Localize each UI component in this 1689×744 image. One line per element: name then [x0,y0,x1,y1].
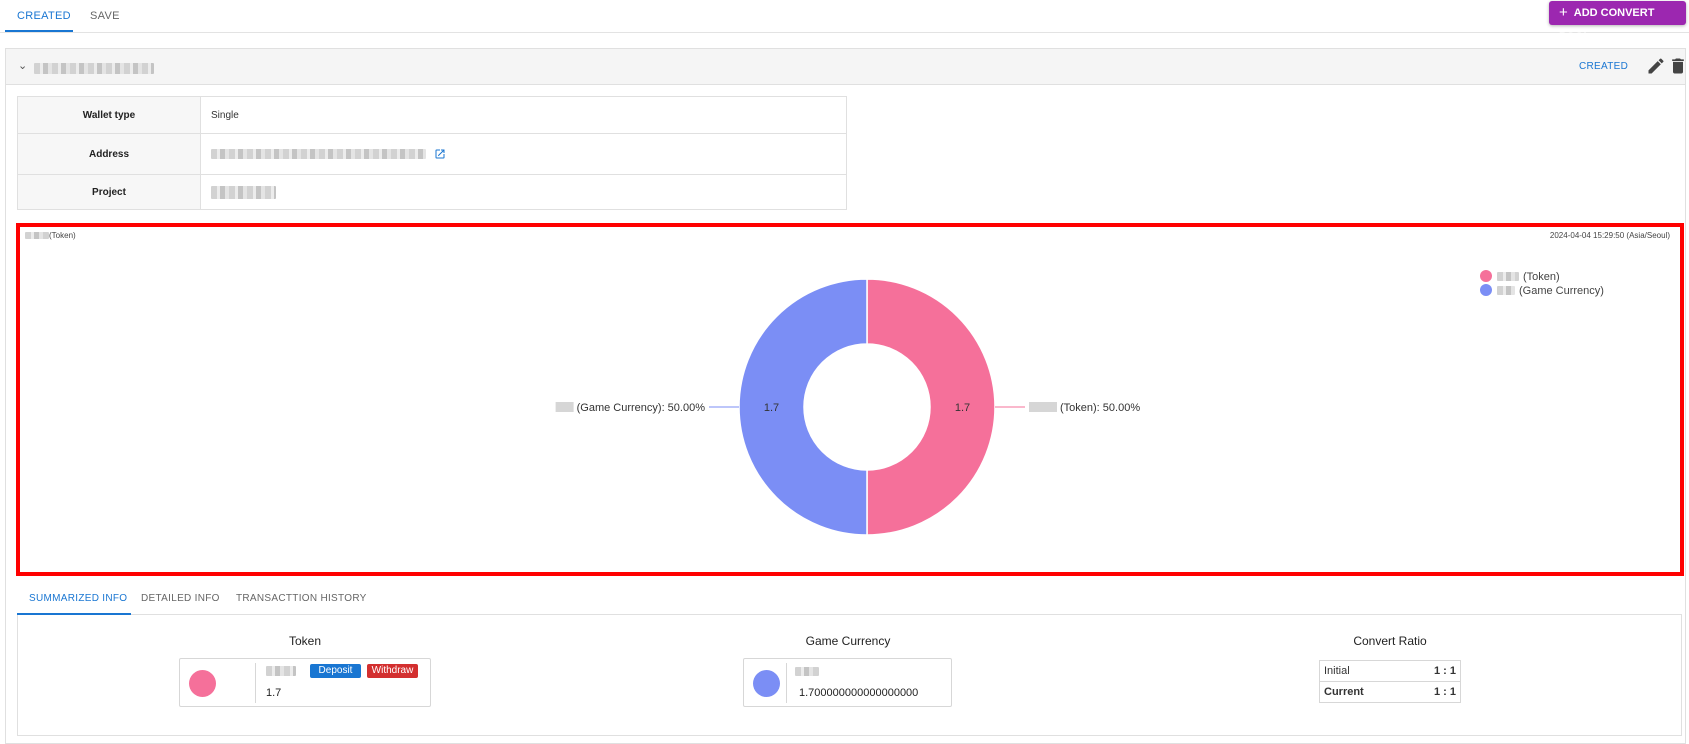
active-tab-indicator [5,30,73,32]
legend-item-game-currency[interactable]: (Game Currency) [1480,284,1604,298]
legend-name-redacted [1497,272,1519,281]
ratio-row-initial: Initial 1 : 1 [1319,660,1461,682]
game-currency-title: Game Currency [805,634,891,648]
donut-slice-token[interactable] [866,278,996,536]
divider [786,663,787,703]
donut-chart: 1.7 (Token): 50.00% 1.7 (Game Currency): 50… [555,278,1140,536]
ratio-label: Initial [1319,660,1406,682]
pool-chart-panel: (Token) 2024-04-04 15:29:50 (Asia/Seoul)… [16,223,1684,576]
address-redacted [211,149,426,159]
add-convert-pool-label: ADD CONVERT POOL [1559,7,1655,43]
slice-value-label: 1.7 [955,402,970,414]
token-color-icon [189,670,216,697]
tab-transaction-history[interactable]: TRANSACTTION HISTORY [236,593,367,604]
slice-outer-label: (Token): 50.00% [1060,402,1140,414]
tab-summarized-info[interactable]: SUMMARIZED INFO [29,593,127,604]
donut-labels: 1.7 (Token): 50.00% 1.7 (Game Currency): 50… [555,402,1140,414]
legend-swatch [1480,284,1492,296]
info-label: Project [17,174,201,210]
info-row-wallet-type: Wallet type Single [17,96,847,134]
edit-icon[interactable] [1646,56,1666,76]
info-value: Single [200,96,847,134]
delete-icon[interactable] [1668,56,1688,76]
chevron-down-icon[interactable]: ⌄ [18,59,27,72]
info-value-project [200,174,847,210]
legend-label: (Game Currency) [1519,285,1604,297]
withdraw-button[interactable]: Withdraw [367,664,418,678]
plus-icon: + [1559,4,1568,21]
game-currency-amount: 1.700000000000000000 [799,687,919,699]
deposit-button[interactable]: Deposit [310,664,361,678]
divider [255,663,256,703]
token-title: Token [288,634,322,648]
donut-slice-game-currency[interactable] [738,278,868,536]
slice-value-label: 1.7 [764,402,779,414]
project-redacted [211,185,276,199]
info-label: Wallet type [17,96,201,134]
ratio-value: 1 : 1 [1405,660,1461,682]
legend-name-redacted [1497,286,1515,295]
legend-item-token[interactable]: (Token) [1480,270,1604,284]
game-currency-name-redacted [795,667,819,676]
tab-detailed-info[interactable]: DETAILED INFO [141,593,220,604]
pool-name-redacted [34,63,154,74]
tab-created[interactable]: CREATED [17,10,71,22]
top-tab-bar: CREATED SAVE + ADD CONVERT POOL [0,0,1689,43]
info-row-address: Address [17,133,847,175]
detail-tab-bar: SUMMARIZED INFO DETAILED INFO TRANSACTTI… [17,583,1682,615]
ratio-row-current: Current 1 : 1 [1319,681,1461,703]
slice-outer-label: (Game Currency): 50.00% [577,402,706,414]
pool-info-table: Wallet type Single Address Project [17,96,847,210]
token-card: Deposit Withdraw 1.7 [179,658,431,707]
convert-ratio-table: Initial 1 : 1 Current 1 : 1 [1319,660,1461,703]
info-label: Address [17,133,201,175]
info-row-project: Project [17,174,847,210]
slice-name-redacted [555,402,574,412]
token-amount: 1.7 [266,687,282,699]
add-convert-pool-button[interactable]: + ADD CONVERT POOL [1549,1,1686,43]
chart-legend: (Token) (Game Currency) [1480,270,1604,298]
token-name-redacted [266,666,296,676]
pool-status: CREATED [1579,61,1629,72]
pool-card-header[interactable]: ⌄ CREATED [6,49,1685,85]
external-link-icon[interactable] [434,148,446,160]
slice-name-redacted [1029,402,1057,412]
ratio-value: 1 : 1 [1405,681,1461,703]
game-currency-color-icon [753,670,780,697]
convert-ratio-title: Convert Ratio [1353,634,1427,648]
info-value-address [200,133,847,175]
tab-save[interactable]: SAVE [90,10,120,22]
legend-label: (Token) [1523,271,1560,283]
legend-swatch [1480,270,1492,282]
game-currency-card: 1.700000000000000000 [743,658,952,707]
ratio-label: Current [1319,681,1406,703]
